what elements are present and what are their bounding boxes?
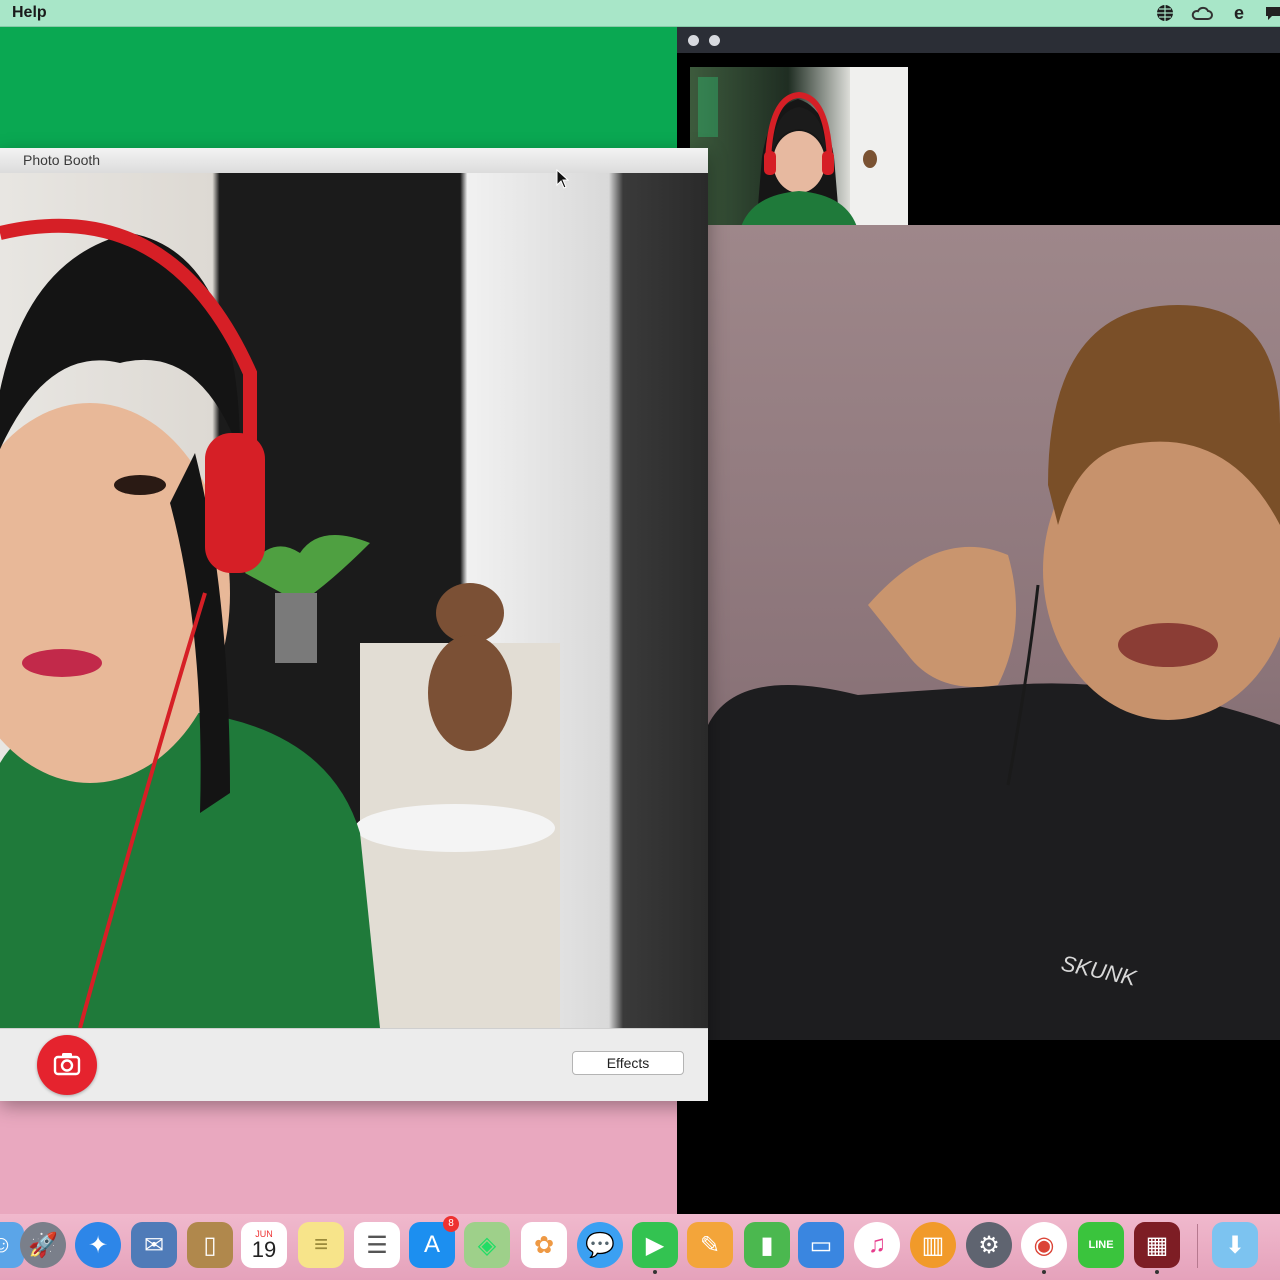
- calendar-day: 19: [251, 1237, 277, 1262]
- creative-cloud-icon[interactable]: [1191, 3, 1213, 23]
- minimize-window-button[interactable]: [709, 35, 720, 46]
- photo-booth-toolbar: Effects: [0, 1028, 708, 1101]
- photo-booth-titlebar[interactable]: Photo Booth: [0, 148, 708, 174]
- maps-icon[interactable]: ◈: [464, 1222, 510, 1268]
- calendar-icon[interactable]: JUN 19: [241, 1222, 287, 1268]
- safari-icon[interactable]: ✦: [75, 1222, 121, 1268]
- reminders-icon[interactable]: ☰: [354, 1222, 400, 1268]
- facetime-titlebar[interactable]: [677, 27, 1280, 53]
- remote-participant-video: SKUNK: [708, 225, 1280, 1040]
- camera-icon: [53, 1053, 81, 1076]
- take-photo-button[interactable]: [37, 1035, 97, 1095]
- keynote-icon[interactable]: ▭: [798, 1222, 844, 1268]
- globe-icon[interactable]: [1154, 3, 1176, 23]
- chrome-icon[interactable]: ◉: [1021, 1222, 1067, 1274]
- dock-separator: [1197, 1224, 1198, 1268]
- photo-booth-icon[interactable]: ▦: [1134, 1222, 1180, 1274]
- notes-icon[interactable]: ≡: [298, 1222, 344, 1268]
- camera-preview: [0, 173, 708, 1028]
- evernote-icon[interactable]: e: [1228, 3, 1250, 23]
- close-window-button[interactable]: [688, 35, 699, 46]
- preview-icon[interactable]: ✉: [131, 1222, 177, 1268]
- line-icon[interactable]: LINE: [1078, 1222, 1124, 1268]
- contacts-icon[interactable]: ▯: [187, 1222, 233, 1268]
- pages-icon[interactable]: ✎: [687, 1222, 733, 1268]
- ibooks-icon[interactable]: ▥: [910, 1222, 956, 1268]
- mouse-cursor-icon: [556, 168, 570, 194]
- facetime-window: SKUNK: [677, 27, 1280, 1214]
- chat-bubble-icon[interactable]: [1262, 3, 1280, 23]
- desktop-pink-panel: [0, 1098, 680, 1212]
- downloads-folder-icon[interactable]: ⬇: [1212, 1222, 1258, 1268]
- menu-bar: Help e: [0, 0, 1280, 27]
- dock: ☺ 🚀 ✦ ✉ ▯ JUN 19 ≡ ☰ A 8 ◈ ✿ 💬 ▶ ✎ ▮ ▭ ♫…: [0, 1214, 1280, 1280]
- photos-icon[interactable]: ✿: [521, 1222, 567, 1268]
- line-label: LINE: [1088, 1239, 1114, 1251]
- app-store-icon[interactable]: A 8: [409, 1216, 459, 1268]
- window-title: Photo Booth: [23, 152, 101, 168]
- launchpad-icon[interactable]: 🚀: [20, 1222, 66, 1268]
- system-preferences-icon[interactable]: ⚙: [966, 1222, 1012, 1268]
- desktop-green-panel: [0, 27, 680, 149]
- effects-button[interactable]: Effects: [572, 1051, 684, 1075]
- app-store-badge: 8: [443, 1216, 459, 1232]
- itunes-icon[interactable]: ♫: [854, 1222, 900, 1268]
- photo-booth-window: Photo Booth Effects: [0, 148, 708, 1101]
- numbers-icon[interactable]: ▮: [744, 1222, 790, 1268]
- menu-help[interactable]: Help: [12, 4, 47, 22]
- messages-icon[interactable]: 💬: [577, 1222, 623, 1268]
- self-view-video: [690, 67, 908, 230]
- facetime-icon[interactable]: ▶: [632, 1222, 678, 1274]
